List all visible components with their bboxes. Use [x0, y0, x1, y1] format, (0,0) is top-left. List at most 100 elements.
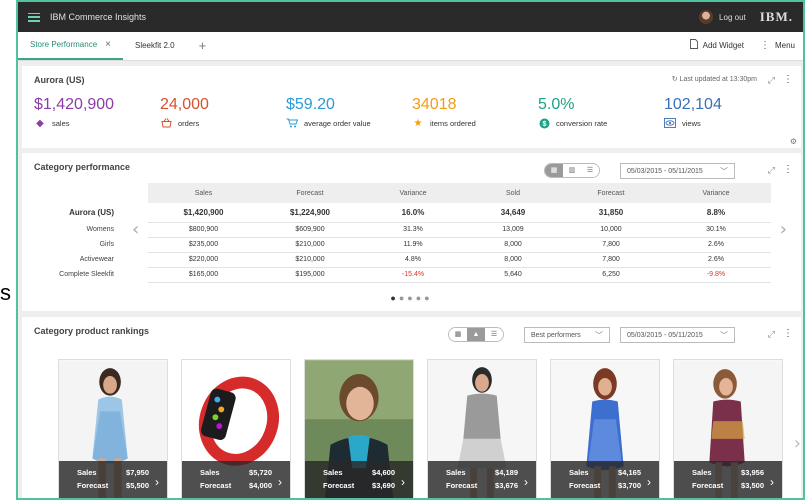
kpi-value: $59.20: [286, 96, 335, 113]
menu-label: Menu: [774, 41, 795, 50]
product-caption: Sales $4,165 Forecast $3,700 ›: [551, 461, 659, 498]
chevron-left-icon[interactable]: ‹: [132, 219, 139, 240]
cropped-text-fragment: s: [0, 280, 11, 305]
product-rankings-panel: Category product rankings ▦ ▲ ☰ Best per…: [22, 317, 801, 498]
app-window: IBM Commerce Insights Log out IBM. Store…: [16, 0, 805, 500]
kpi-value: 34018: [412, 96, 457, 113]
panel-title: Category performance: [34, 162, 131, 172]
tab-store-performance[interactable]: Store Performance ×: [18, 31, 123, 60]
chevron-right-icon[interactable]: ›: [524, 475, 528, 489]
expand-icon[interactable]: ⤢: [768, 329, 775, 340]
add-widget-button[interactable]: Add Widget: [682, 31, 752, 60]
page-dot[interactable]: ●: [424, 293, 432, 303]
kpi-orders[interactable]: 24,000 orders: [160, 96, 286, 129]
kpi-value: 102,104: [664, 96, 722, 113]
kpi-conversion-rate[interactable]: 5.0% $ conversion rate: [538, 96, 664, 129]
performer-filter-dropdown[interactable]: Best performers ﹀: [524, 327, 610, 343]
panel-menu-icon[interactable]: ⋮: [783, 328, 793, 339]
top-bar: IBM Commerce Insights Log out IBM.: [18, 2, 803, 32]
logout-link[interactable]: Log out: [719, 13, 746, 22]
row-label: Girls: [99, 241, 114, 248]
product-card[interactable]: Sales $5,720 Forecast $4,000 ›: [181, 359, 291, 498]
product-card[interactable]: Sales $4,189 Forecast $3,676 ›: [427, 359, 537, 498]
panel-title: Aurora (US): [34, 75, 85, 85]
store-kpi-panel: Aurora (US) ↻ Last updated at 13:30pm ⤢ …: [22, 66, 801, 148]
dollar-icon: $: [538, 118, 550, 129]
table-row[interactable]: Activewear $220,000 $210,000 4.8% 8,000 …: [22, 252, 771, 268]
refresh-icon[interactable]: ↻: [672, 76, 678, 83]
app-title: IBM Commerce Insights: [50, 12, 147, 22]
column-header[interactable]: Sales: [148, 183, 259, 203]
kpi-label: conversion rate: [556, 119, 608, 128]
pagination-dots: ●●●●●: [22, 293, 801, 303]
table-view-icon[interactable]: ▦: [545, 164, 563, 177]
table-view-icon[interactable]: ▦: [449, 328, 467, 341]
chevron-right-icon[interactable]: ›: [647, 475, 651, 489]
page-dot[interactable]: ●: [416, 293, 424, 303]
basket-icon: [160, 118, 172, 129]
document-icon: [689, 39, 698, 52]
star-icon: ★: [413, 118, 423, 129]
hamburger-menu-icon[interactable]: [28, 12, 40, 22]
chevron-right-icon[interactable]: ›: [278, 475, 282, 489]
product-card[interactable]: Sales $4,600 Forecast $3,690 ›: [304, 359, 414, 498]
row-label: Activewear: [79, 256, 114, 263]
date-range-value: 05/03/2015 - 05/11/2015: [627, 331, 703, 339]
kpi-average-order-value[interactable]: $59.20 average order value: [286, 96, 412, 129]
kpi-views[interactable]: 102,104 views: [664, 96, 790, 129]
page-dot[interactable]: ●: [390, 293, 398, 303]
chevron-right-icon[interactable]: ›: [770, 475, 774, 489]
ibm-logo: IBM.: [759, 9, 793, 24]
tab-sleekfit[interactable]: Sleekfit 2.0: [123, 31, 187, 60]
kpi-items-ordered[interactable]: 34018 ★ items ordered: [412, 96, 538, 129]
chevron-right-icon[interactable]: ›: [155, 475, 159, 489]
column-header[interactable]: Forecast: [561, 183, 661, 203]
list-view-icon[interactable]: ☰: [581, 164, 599, 177]
row-label: Womens: [86, 226, 115, 233]
date-range-dropdown[interactable]: 05/03/2015 - 05/11/2015 ﹀: [620, 327, 735, 343]
chevron-right-icon[interactable]: ›: [780, 219, 787, 240]
tag-icon: ◆: [36, 118, 44, 129]
tabs-bar: Store Performance × Sleekfit 2.0 + Add W…: [18, 32, 803, 61]
date-range-dropdown[interactable]: 05/03/2015 - 05/11/2015 ﹀: [620, 163, 735, 179]
kpi-label: average order value: [304, 119, 371, 128]
expand-icon[interactable]: ⤢: [768, 165, 775, 176]
add-tab-button[interactable]: +: [187, 31, 219, 60]
menu-button[interactable]: ⋮ Menu: [752, 31, 803, 60]
kpi-value: $1,420,900: [34, 96, 115, 113]
add-widget-label: Add Widget: [702, 41, 744, 50]
product-card[interactable]: Sales $4,165 Forecast $3,700 ›: [550, 359, 660, 498]
bar-chart-view-icon[interactable]: ▥: [563, 164, 581, 177]
settings-icon[interactable]: ⚙: [790, 137, 797, 146]
product-card[interactable]: Sales $7,950 Forecast $5,500 ›: [58, 359, 168, 498]
user-avatar[interactable]: [699, 10, 714, 24]
image-view-icon[interactable]: ▲: [467, 328, 485, 341]
kpi-value: 24,000: [160, 96, 209, 113]
panel-menu-icon[interactable]: ⋮: [783, 164, 793, 175]
table-row[interactable]: Complete Sleekfit $165,000 $195,000 -15.…: [22, 267, 771, 283]
panel-menu-icon[interactable]: ⋮: [783, 74, 793, 85]
cart-icon: [286, 118, 299, 129]
eye-icon: [664, 118, 676, 129]
row-label: Aurora (US): [69, 208, 114, 217]
column-header[interactable]: Sold: [465, 183, 561, 203]
chevron-right-icon[interactable]: ›: [401, 475, 405, 489]
tab-label: Store Performance: [30, 40, 98, 49]
product-caption: Sales $3,956 Forecast $3,500 ›: [674, 461, 782, 498]
kpi-list: $1,420,900 ◆ sales 24,000 orders $59.20 a…: [34, 96, 801, 129]
list-view-icon[interactable]: ☰: [485, 328, 503, 341]
column-header[interactable]: Variance: [661, 183, 771, 203]
kebab-icon: ⋮: [759, 40, 770, 51]
close-tab-icon[interactable]: ×: [105, 39, 111, 50]
column-header[interactable]: Forecast: [259, 183, 361, 203]
column-header[interactable]: Variance: [361, 183, 465, 203]
expand-icon[interactable]: ⤢: [768, 75, 775, 86]
product-caption: Sales $7,950 Forecast $5,500 ›: [59, 461, 167, 498]
kpi-sales[interactable]: $1,420,900 ◆ sales: [34, 96, 160, 129]
product-card-list: Sales $7,950 Forecast $5,500 › Sales $5,…: [58, 359, 796, 498]
chevron-down-icon: ﹀: [720, 166, 728, 176]
page-dot[interactable]: ●: [407, 293, 415, 303]
chevron-right-icon[interactable]: ›: [794, 433, 801, 454]
product-card[interactable]: Sales $3,956 Forecast $3,500 ›: [673, 359, 783, 498]
last-updated: ↻ Last updated at 13:30pm: [671, 76, 757, 83]
